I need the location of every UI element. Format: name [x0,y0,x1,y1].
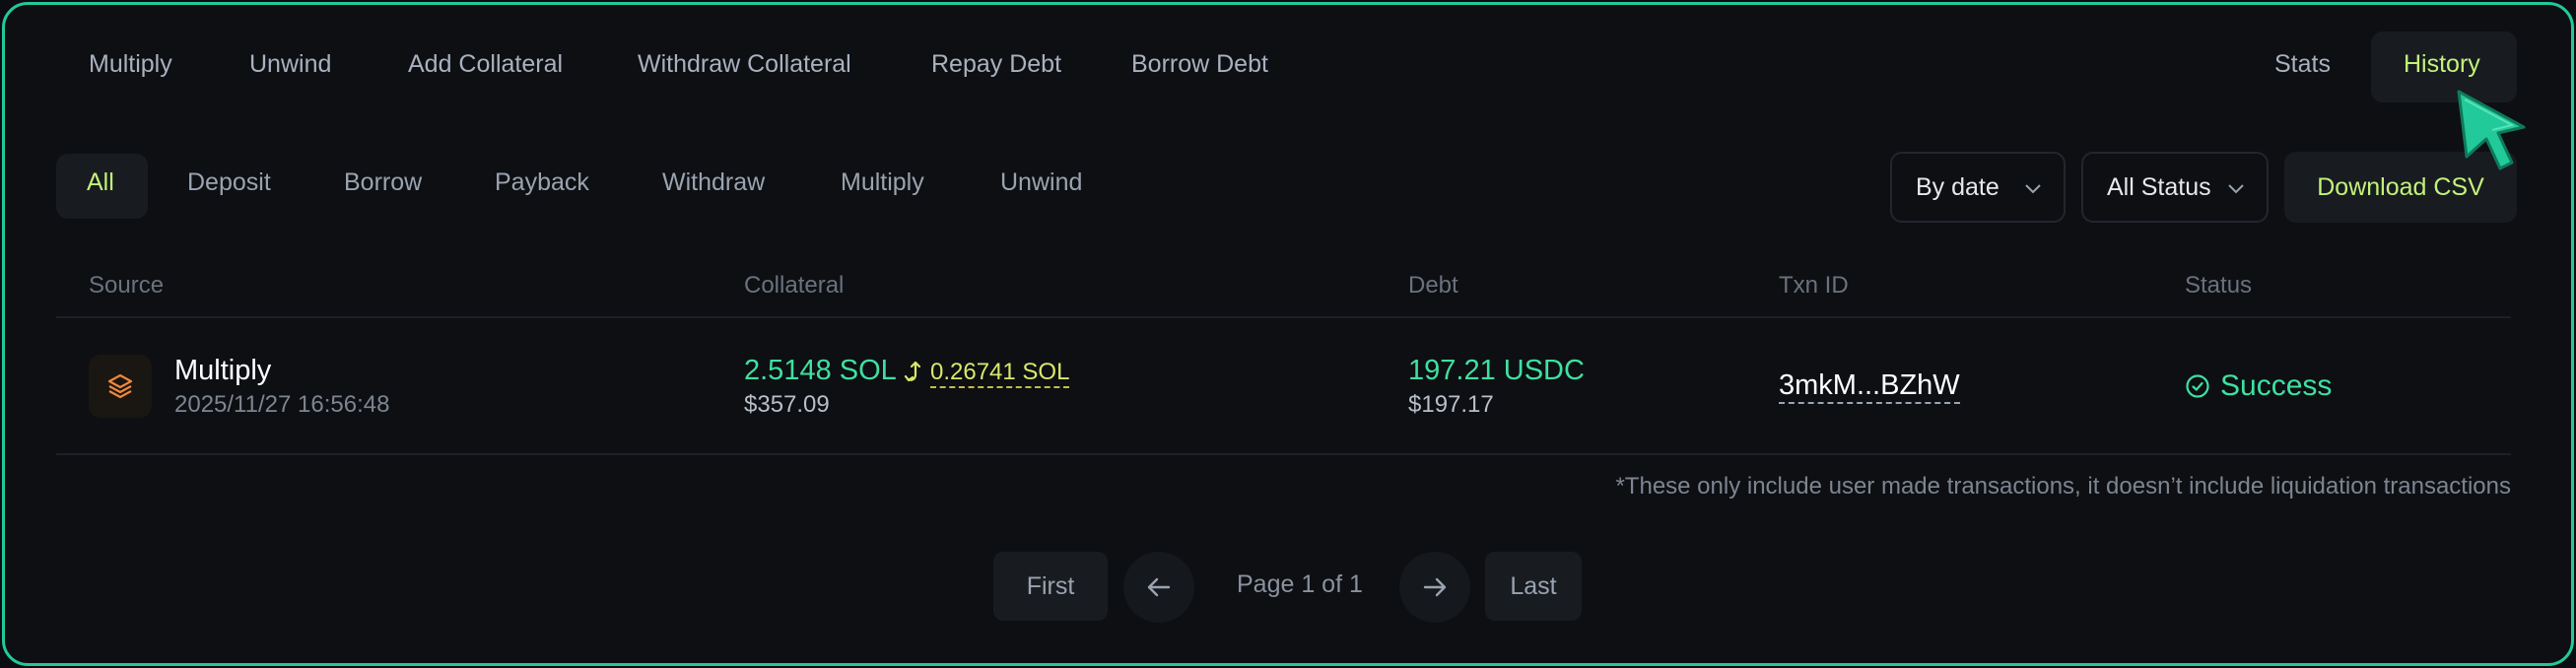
status-dropdown[interactable]: All Status [2081,152,2269,223]
column-header-source: Source [89,272,165,299]
loop-arrow-icon [904,361,921,382]
tab-repay-debt[interactable]: Repay Debt [931,50,1061,79]
sort-dropdown-label: By date [1916,172,2000,201]
row-debt-amount: 197.21 USDC [1408,355,1585,386]
next-page-button[interactable] [1399,552,1470,623]
source-icon-badge [89,355,152,418]
filter-deposit[interactable]: Deposit [187,168,271,197]
last-page-button[interactable]: Last [1485,552,1582,621]
status-badge: Success [2185,369,2332,403]
tab-stats[interactable]: Stats [2274,50,2331,79]
filter-withdraw[interactable]: Withdraw [662,168,765,197]
status-dropdown-label: All Status [2107,172,2211,201]
previous-page-button[interactable] [1123,552,1194,623]
action-tabs: Multiply Unwind Add Collateral Withdraw … [5,5,2571,133]
row-txn-id-link[interactable]: 3mkM...BZhW [1779,368,1960,404]
filter-all[interactable]: All [87,168,114,197]
layers-icon [107,373,133,399]
column-header-status: Status [2185,272,2253,299]
history-panel: Multiply Unwind Add Collateral Withdraw … [2,2,2574,666]
tab-withdraw-collateral[interactable]: Withdraw Collateral [638,50,851,79]
arrow-left-icon [1147,577,1171,597]
first-page-button[interactable]: First [993,552,1108,621]
row-collateral-usd: $357.09 [744,391,830,418]
row-debt-usd: $197.17 [1408,391,1494,418]
row-collateral-change[interactable]: 0.26741 SOL [930,359,1070,388]
filter-unwind[interactable]: Unwind [1000,168,1082,197]
tab-borrow-debt[interactable]: Borrow Debt [1131,50,1268,79]
row-status: Success [2220,369,2333,402]
chevron-down-icon [2025,184,2041,194]
row-collateral-amount: 2.5148 SOL [744,355,897,386]
check-circle-icon [2186,374,2209,398]
page-indicator: Page 1 of 1 [1237,570,1363,598]
header-divider [56,316,2511,318]
tab-multiply[interactable]: Multiply [89,50,172,79]
tab-add-collateral[interactable]: Add Collateral [408,50,563,79]
collateral-change: 0.26741 SOL [903,356,1070,391]
transactions-note: *These only include user made transactio… [1615,473,2511,500]
filter-payback[interactable]: Payback [495,168,589,197]
tab-unwind[interactable]: Unwind [249,50,331,79]
filter-multiply[interactable]: Multiply [841,168,924,197]
sort-dropdown[interactable]: By date [1890,152,2066,223]
row-source: Multiply [174,355,272,386]
tab-history[interactable]: History [2404,50,2480,79]
cursor-icon [2457,90,2526,170]
column-header-debt: Debt [1408,272,1458,299]
column-header-collateral: Collateral [744,272,845,299]
row-divider [56,453,2511,455]
chevron-down-icon [2228,184,2244,194]
column-header-txn-id: Txn ID [1779,272,1849,299]
filter-borrow[interactable]: Borrow [344,168,422,197]
row-timestamp: 2025/11/27 16:56:48 [174,391,390,418]
arrow-right-icon [1423,577,1447,597]
